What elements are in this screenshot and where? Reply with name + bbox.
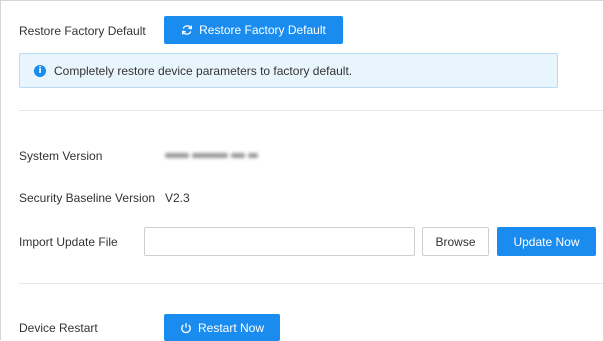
browse-button[interactable]: Browse: [422, 227, 489, 256]
power-icon: [180, 322, 192, 334]
restart-now-button[interactable]: Restart Now: [164, 314, 280, 341]
update-now-button[interactable]: Update Now: [497, 227, 596, 256]
restore-factory-default-button[interactable]: Restore Factory Default: [164, 16, 343, 44]
update-now-button-label: Update Now: [513, 234, 580, 249]
security-baseline-version-value: V2.3: [165, 191, 190, 205]
info-icon: i: [34, 64, 46, 77]
restore-factory-default-label: Restore Factory Default: [19, 24, 146, 38]
import-update-file-label: Import Update File: [19, 235, 118, 249]
restore-notice-text: Completely restore device parameters to …: [54, 63, 353, 78]
refresh-icon: [181, 24, 193, 36]
section-divider: [19, 283, 603, 284]
security-baseline-version-label: Security Baseline Version: [19, 191, 156, 205]
device-restart-label: Device Restart: [19, 321, 98, 335]
section-divider: [19, 110, 603, 111]
settings-panel: Restore Factory Default Restore Factory …: [0, 0, 603, 341]
restore-factory-default-button-label: Restore Factory Default: [199, 23, 326, 37]
restart-now-button-label: Restart Now: [197, 320, 265, 335]
system-version-label: System Version: [19, 149, 103, 163]
update-file-input[interactable]: [144, 227, 415, 256]
restore-notice: i Completely restore device parameters t…: [19, 53, 558, 88]
system-version-value-redacted: [165, 150, 275, 161]
